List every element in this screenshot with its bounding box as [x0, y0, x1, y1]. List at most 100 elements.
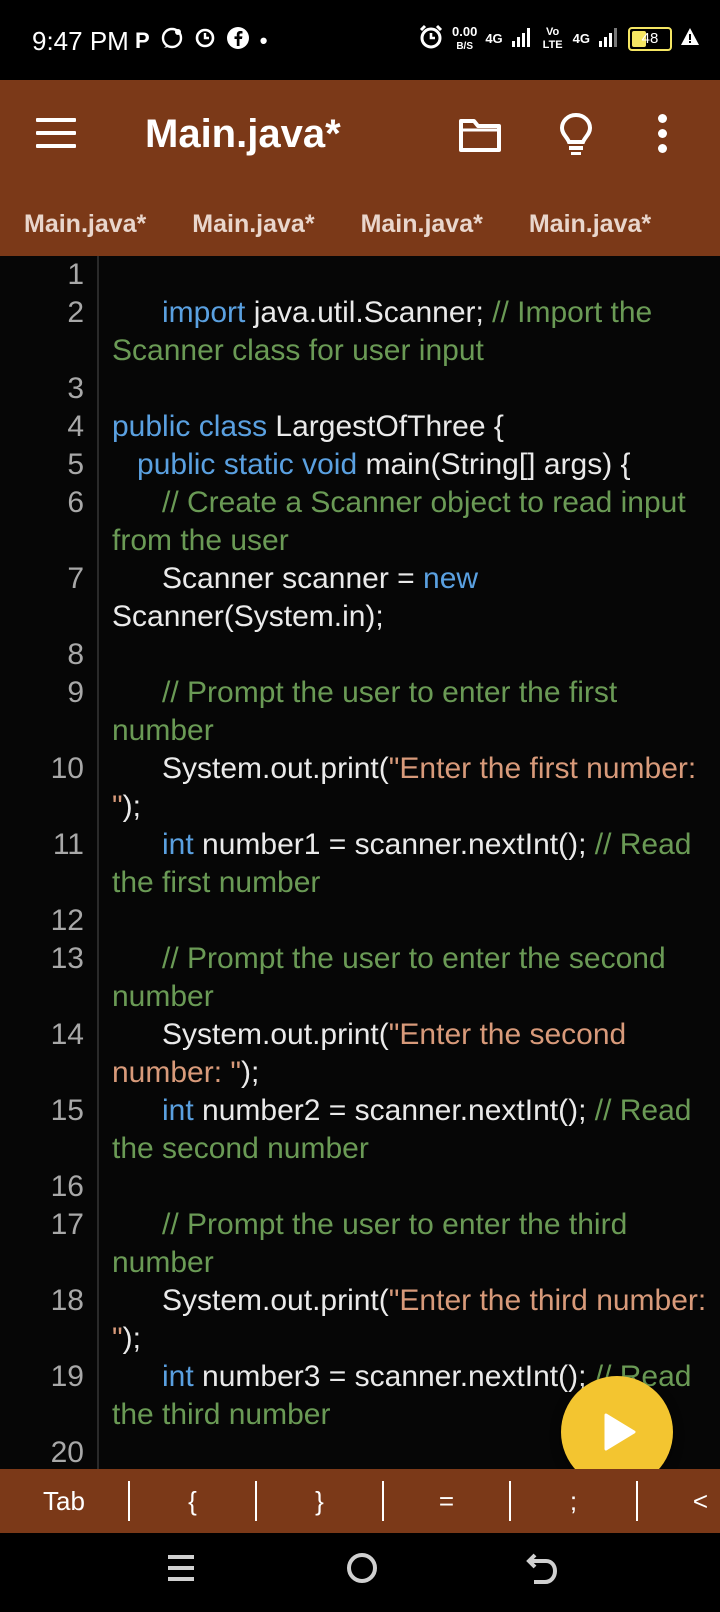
line-number: 8	[67, 638, 84, 671]
line-number: 7	[67, 562, 84, 595]
system-nav-bar	[0, 1533, 720, 1612]
code-line: 12	[0, 902, 720, 940]
network-2-label: 4G	[572, 31, 590, 46]
code-text: number3 = scanner.nextInt();	[193, 1360, 595, 1393]
line-number: 15	[50, 1094, 84, 1127]
volte-label: Vo LTE	[542, 25, 563, 51]
signal-icon	[598, 27, 620, 50]
status-system-icons: 0.00 B/S 4G Vo LTE 4G 48	[418, 24, 700, 53]
symbol-key-open-brace[interactable]: {	[130, 1481, 255, 1521]
code-line: 11 int number1 = scanner.nextInt(); // R…	[0, 826, 720, 902]
line-number: 1	[67, 258, 84, 291]
line-content: import java.util.Scanner; // Import the …	[112, 294, 708, 370]
clock-icon	[194, 27, 216, 55]
recent-apps-icon[interactable]	[168, 1555, 194, 1583]
line-content: System.out.print("Enter the third number…	[112, 1282, 708, 1358]
more-options-icon[interactable]	[650, 114, 674, 158]
code-line: 2 import java.util.Scanner; // Import th…	[0, 294, 720, 370]
line-content: System.out.print("Enter the second numbe…	[112, 1016, 708, 1092]
line-number: 3	[67, 372, 84, 405]
line-content: public static void main(String[] args) {	[112, 446, 708, 484]
warning-icon	[680, 27, 700, 50]
tab-main-java-3[interactable]: Main.java*	[337, 210, 483, 239]
net-speed-unit: B/S	[456, 40, 473, 52]
line-content	[112, 256, 708, 294]
code-line: 1	[0, 256, 720, 294]
keyword: int	[162, 828, 194, 861]
network-1-label: 4G	[485, 31, 503, 46]
line-number: 4	[67, 410, 84, 443]
line-number: 5	[67, 448, 84, 481]
net-speed: 0.00 B/S	[452, 25, 477, 53]
home-icon[interactable]	[347, 1553, 377, 1583]
app-title: Main.java*	[145, 112, 341, 156]
signal-icon	[511, 27, 533, 50]
line-number: 11	[52, 828, 84, 861]
line-content: // Prompt the user to enter the third nu…	[112, 1206, 708, 1282]
code-line: 7 Scanner scanner = new Scanner(System.i…	[0, 560, 720, 636]
keyword: import	[162, 296, 246, 329]
line-number: 10	[50, 752, 84, 785]
keyword: int	[162, 1094, 194, 1127]
comment: // Create a Scanner object to read input…	[112, 486, 695, 557]
comment: // Prompt the user to enter the second n…	[112, 942, 674, 1013]
line-number: 14	[50, 1018, 84, 1051]
tab-main-java-2[interactable]: Main.java*	[168, 210, 314, 239]
symbol-key-close-brace[interactable]: }	[257, 1481, 382, 1521]
battery-icon: 48	[628, 26, 672, 51]
battery-level: 48	[641, 29, 659, 47]
code-text: System.out.print(	[162, 752, 389, 785]
code-line: 18 System.out.print("Enter the third num…	[0, 1282, 720, 1358]
play-icon	[604, 1413, 636, 1451]
line-number: 17	[50, 1208, 84, 1241]
line-number: 12	[50, 904, 84, 937]
code-line: 6 // Create a Scanner object to read inp…	[0, 484, 720, 560]
code-text: );	[122, 1322, 141, 1355]
code-line: 17 // Prompt the user to enter the third…	[0, 1206, 720, 1282]
code-text: );	[122, 790, 141, 823]
code-text: number2 = scanner.nextInt();	[193, 1094, 595, 1127]
folder-icon[interactable]	[458, 116, 502, 154]
code-text: System.out.print(	[162, 1018, 389, 1051]
status-time: 9:47 PM	[32, 26, 129, 56]
line-number: 2	[67, 296, 84, 329]
line-content: public class LargestOfThree {	[112, 408, 708, 446]
tab-main-java-1[interactable]: Main.java*	[0, 210, 146, 239]
comment: // Prompt the user to enter the first nu…	[112, 676, 626, 747]
line-content	[112, 1168, 708, 1206]
symbol-key-equals[interactable]: =	[384, 1481, 509, 1521]
line-content: // Create a Scanner object to read input…	[112, 484, 708, 560]
line-number: 13	[50, 942, 84, 975]
code-line: 4 public class LargestOfThree {	[0, 408, 720, 446]
code-line: 15 int number2 = scanner.nextInt(); // R…	[0, 1092, 720, 1168]
comment: // Prompt the user to enter the third nu…	[112, 1208, 636, 1279]
lightbulb-icon[interactable]	[558, 112, 594, 156]
code-text: number1 = scanner.nextInt();	[193, 828, 595, 861]
code-line: 9 // Prompt the user to enter the first …	[0, 674, 720, 750]
back-icon[interactable]	[526, 1553, 558, 1587]
line-content: System.out.print("Enter the first number…	[112, 750, 708, 826]
tab-main-java-4[interactable]: Main.java*	[505, 210, 651, 239]
code-line: 16	[0, 1168, 720, 1206]
symbol-key-tab[interactable]: Tab	[0, 1481, 128, 1521]
line-number: 16	[50, 1170, 84, 1203]
code-text: java.util.Scanner;	[245, 296, 493, 329]
line-content: // Prompt the user to enter the second n…	[112, 940, 708, 1016]
whatsapp-icon	[160, 26, 184, 56]
line-content: int number2 = scanner.nextInt(); // Read…	[112, 1092, 708, 1168]
line-content	[112, 902, 708, 940]
line-number: 20	[50, 1436, 84, 1469]
line-content: Scanner scanner = new Scanner(System.in)…	[112, 560, 708, 636]
code-text: LargestOfThree {	[267, 410, 504, 443]
app-bar: Main.java*	[0, 80, 720, 192]
menu-icon[interactable]	[36, 118, 76, 150]
status-notification-icons: P •	[135, 26, 267, 56]
symbol-key-less-than[interactable]: <	[638, 1481, 720, 1521]
symbol-key-semicolon[interactable]: ;	[511, 1481, 636, 1521]
dot-icon: •	[259, 28, 268, 53]
p-icon: P	[135, 28, 150, 53]
keyword: public static void	[137, 448, 358, 481]
code-line: 8	[0, 636, 720, 674]
alarm-icon	[418, 24, 444, 53]
code-editor[interactable]: 1 2 import java.util.Scanner; // Import …	[0, 256, 720, 1469]
